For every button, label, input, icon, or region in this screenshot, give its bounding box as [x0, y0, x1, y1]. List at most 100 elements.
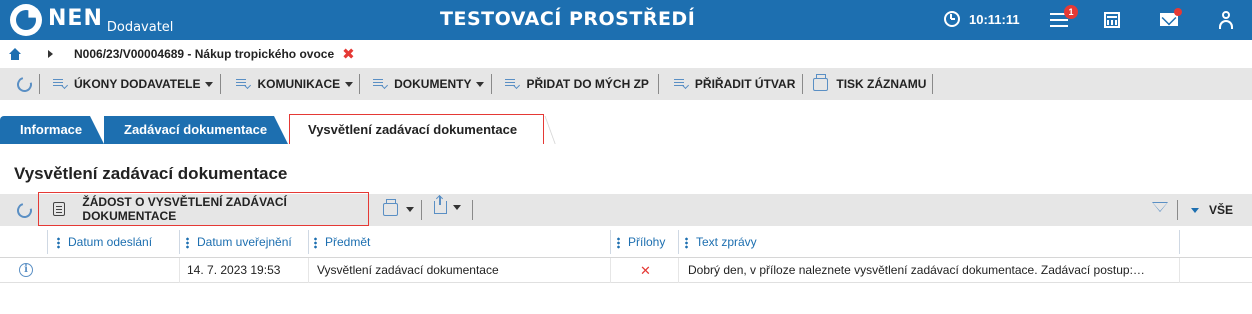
- toolbar-separator: [491, 74, 493, 94]
- breadcrumb-arrow-icon: [48, 50, 53, 58]
- tisk-zaznamu-label: TISK ZÁZNAMU: [836, 77, 927, 91]
- environment-title: TESTOVACÍ PROSTŘEDÍ: [440, 8, 696, 30]
- clock-time: 10:11:11: [969, 11, 1020, 27]
- table-print-menu[interactable]: [383, 199, 414, 216]
- table-export-menu[interactable]: [434, 196, 461, 214]
- toolbar-separator: [932, 74, 934, 94]
- logo-text: NEN: [48, 6, 103, 31]
- filter-icon[interactable]: [1152, 202, 1168, 212]
- ukony-dodavatele-menu[interactable]: ÚKONY DODAVATELE: [53, 77, 214, 91]
- chevron-down-icon: [1191, 207, 1199, 213]
- column-divider: [308, 230, 309, 254]
- no-attachment-icon: ✕: [640, 263, 651, 278]
- request-explanation-label: ŽÁDOST O VYSVĚTLENÍ ZADÁVACÍ DOKUMENTACE: [82, 195, 287, 223]
- tisk-zaznamu-button[interactable]: TISK ZÁZNAMU: [813, 73, 927, 91]
- chevron-down-icon: [476, 81, 485, 87]
- column-header-text-zpravy[interactable]: Text zprávy: [685, 226, 757, 258]
- priradit-utvar-button[interactable]: PŘIŘADIT ÚTVAR: [673, 77, 796, 91]
- print-icon: [383, 199, 398, 216]
- column-header-predmet[interactable]: Předmět: [314, 226, 370, 258]
- column-menu-icon[interactable]: [57, 236, 60, 249]
- column-divider: [179, 230, 180, 254]
- pridat-do-mych-zp-label: PŘIDAT DO MÝCH ZP: [526, 77, 649, 91]
- column-label: Předmět: [325, 235, 371, 249]
- print-icon: [813, 73, 829, 91]
- column-menu-icon[interactable]: [314, 236, 317, 249]
- column-header-datum-uverejneni[interactable]: Datum uveřejnění: [186, 226, 292, 258]
- nen-logo[interactable]: NEN Dodavatel: [10, 4, 173, 36]
- cell-divider: [678, 258, 679, 283]
- action-list-icon: [673, 78, 688, 90]
- top-bar: NEN Dodavatel TESTOVACÍ PROSTŘEDÍ 10:11:…: [0, 0, 1252, 40]
- section-title: Vysvětlení zadávací dokumentace: [14, 164, 288, 183]
- toolbar-separator: [220, 74, 222, 94]
- column-header-datum-odeslani[interactable]: Datum odeslání: [57, 226, 152, 258]
- view-all-label: VŠE: [1209, 203, 1234, 217]
- refresh-icon[interactable]: [14, 73, 35, 95]
- action-list-icon: [373, 78, 387, 90]
- cell-divider: [1179, 258, 1180, 283]
- tab-strip: Informace Zadávací dokumentace Vysvětlen…: [0, 100, 1252, 146]
- tab-vysvetleni-zadavaci-dokumentace[interactable]: Vysvětlení zadávací dokumentace: [289, 114, 544, 146]
- cell-datum-uverejneni: 14. 7. 2023 19:53: [187, 263, 281, 277]
- toolbar-separator: [657, 74, 659, 94]
- info-icon[interactable]: i: [19, 263, 33, 277]
- breadcrumb-label[interactable]: N006/23/V00004689 - Nákup tropického ovo…: [74, 47, 334, 61]
- cell-text-zpravy: Dobrý den, v příloze naleznete vysvětlen…: [688, 263, 1145, 277]
- view-all-dropdown[interactable]: VŠE: [1191, 203, 1233, 217]
- tab-informace[interactable]: Informace: [0, 116, 104, 144]
- column-label: Datum odeslání: [68, 235, 153, 249]
- mail-unread-dot: [1174, 8, 1182, 16]
- export-icon: [434, 196, 447, 214]
- column-menu-icon[interactable]: [186, 236, 189, 249]
- close-record-icon[interactable]: ✖: [342, 45, 355, 63]
- clock-icon: [944, 11, 960, 27]
- notification-badge: 1: [1064, 5, 1078, 19]
- session-clock: 10:11:11: [944, 11, 1020, 27]
- cell-divider: [610, 258, 611, 283]
- logo-subtitle: Dodavatel: [106, 20, 174, 35]
- table-header: Datum odeslání Datum uveřejnění Předmět …: [0, 226, 1252, 258]
- toolbar-separator: [359, 74, 361, 94]
- calculator-icon[interactable]: [1104, 12, 1120, 28]
- column-divider: [610, 230, 611, 254]
- chevron-down-icon: [453, 205, 461, 210]
- ukony-dodavatele-label: ÚKONY DODAVATELE: [74, 77, 201, 91]
- column-menu-icon[interactable]: [685, 236, 688, 249]
- breadcrumb: N006/23/V00004689 - Nákup tropického ovo…: [0, 40, 1252, 68]
- dokumenty-label: DOKUMENTY: [394, 77, 472, 91]
- column-label: Datum uveřejnění: [197, 235, 292, 249]
- action-list-icon: [53, 78, 67, 90]
- action-list-icon: [236, 78, 250, 90]
- dokumenty-menu[interactable]: DOKUMENTY: [373, 77, 485, 91]
- user-icon[interactable]: [1218, 11, 1234, 29]
- column-divider: [678, 230, 679, 254]
- logo-mark-icon: [10, 4, 42, 36]
- action-list-icon: [505, 78, 519, 90]
- chevron-down-icon: [406, 207, 414, 212]
- toolbar-separator: [1177, 200, 1178, 220]
- toolbar-separator: [802, 74, 804, 94]
- pridat-do-mych-zp-button[interactable]: PŘIDAT DO MÝCH ZP: [505, 77, 649, 91]
- tab-zadavaci-dokumentace[interactable]: Zadávací dokumentace: [104, 116, 288, 144]
- document-icon: [53, 202, 66, 216]
- toolbar-separator: [39, 74, 40, 94]
- column-menu-icon[interactable]: [617, 236, 620, 249]
- toolbar-separator: [421, 200, 422, 220]
- cell-predmet: Vysvětlení zadávací dokumentace: [317, 263, 499, 277]
- cell-divider: [179, 258, 180, 283]
- request-explanation-button[interactable]: ŽÁDOST O VYSVĚTLENÍ ZADÁVACÍ DOKUMENTACE: [38, 192, 369, 226]
- column-divider: [1179, 230, 1180, 254]
- home-icon[interactable]: [9, 48, 21, 60]
- chevron-down-icon: [345, 81, 354, 87]
- komunikace-label: KOMUNIKACE: [257, 77, 341, 91]
- komunikace-menu[interactable]: KOMUNIKACE: [236, 77, 354, 91]
- chevron-down-icon: [205, 81, 214, 87]
- column-label: Přílohy: [628, 235, 666, 249]
- column-label: Text zprávy: [696, 235, 757, 249]
- column-header-prilohy[interactable]: Přílohy: [617, 226, 665, 258]
- table-row[interactable]: i 14. 7. 2023 19:53 Vysvětlení zadávací …: [0, 258, 1252, 283]
- toolbar-separator: [472, 200, 473, 220]
- cell-divider: [308, 258, 309, 283]
- priradit-utvar-label: PŘIŘADIT ÚTVAR: [694, 77, 796, 91]
